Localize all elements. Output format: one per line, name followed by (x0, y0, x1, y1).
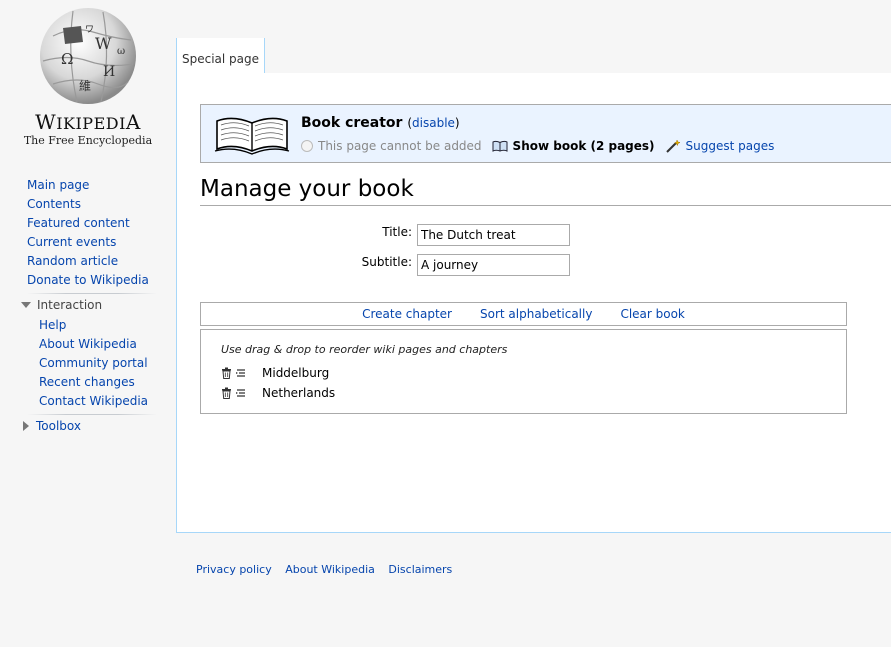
puzzle-globe-icon: W Ω И 維 ワ ω (40, 8, 136, 104)
drag-drop-hint: Use drag & drop to reorder wiki pages an… (221, 343, 508, 356)
nav-main-page[interactable]: Main page (27, 176, 162, 195)
suggest-pages-link[interactable]: Suggest pages (686, 139, 775, 153)
nav-recent-changes[interactable]: Recent changes (39, 373, 162, 392)
toolbox-heading[interactable]: Toolbox (21, 415, 162, 437)
trash-icon[interactable] (221, 387, 232, 399)
book-creator-title: Book creator (disable) (301, 115, 460, 131)
nav-donate[interactable]: Donate to Wikipedia (27, 271, 162, 290)
nav-contact-wikipedia[interactable]: Contact Wikipedia (39, 392, 162, 411)
subtitle-label: Subtitle: (361, 255, 412, 269)
title-label: Title: (382, 225, 412, 239)
list-item[interactable]: Netherlands (221, 384, 335, 402)
nav-random-article[interactable]: Random article (27, 252, 162, 271)
open-book-icon (214, 117, 290, 155)
outline-item-label: Netherlands (262, 386, 336, 400)
content-area: Book creator (disable) This page cannot … (176, 73, 891, 533)
book-creator-box: Book creator (disable) This page cannot … (200, 104, 891, 163)
svg-text:W: W (95, 34, 112, 53)
nav-featured-content[interactable]: Featured content (27, 214, 162, 233)
disable-link[interactable]: disable (412, 116, 455, 130)
footer-disclaimers[interactable]: Disclaimers (388, 563, 452, 576)
outline-item-label: Middelburg (262, 366, 330, 380)
footer-privacy-policy[interactable]: Privacy policy (196, 563, 272, 576)
wikipedia-tagline: The Free Encyclopedia (23, 134, 153, 147)
nav-community-portal[interactable]: Community portal (39, 354, 162, 373)
nav-contents[interactable]: Contents (27, 195, 162, 214)
show-book-icon (492, 140, 508, 152)
sidebar-nav: Main page Contents Featured content Curr… (21, 176, 162, 437)
page-title: Manage your book (200, 174, 891, 206)
svg-text:И: И (103, 64, 115, 80)
collapsed-arrow-icon (23, 421, 29, 431)
nav-help[interactable]: Help (39, 316, 162, 335)
book-toolbar: Create chapter Sort alphabetically Clear… (200, 302, 847, 326)
interaction-heading[interactable]: Interaction (21, 294, 162, 316)
interaction-portal: Help About Wikipedia Community portal Re… (27, 316, 162, 411)
trash-icon[interactable] (221, 367, 232, 379)
magic-wand-icon (665, 139, 681, 153)
book-creator-title-text: Book creator (301, 115, 403, 131)
sort-alphabetically-link[interactable]: Sort alphabetically (480, 307, 592, 321)
list-item[interactable]: Middelburg (221, 364, 329, 382)
show-book-link[interactable]: Show book (2 pages) (513, 139, 655, 153)
cannot-add-text: This page cannot be added (318, 139, 482, 153)
clear-book-link[interactable]: Clear book (620, 307, 684, 321)
wikipedia-wordmark: WIKIPEDIA (35, 110, 141, 134)
svg-text:Ω: Ω (61, 50, 73, 68)
title-row: Title: (200, 224, 600, 246)
create-chapter-link[interactable]: Create chapter (362, 307, 452, 321)
svg-text:維: 維 (79, 79, 91, 93)
footer: Privacy policy About Wikipedia Disclaime… (196, 563, 462, 576)
book-creator-actions: This page cannot be added Show book (2 p… (301, 139, 774, 153)
reorder-icon[interactable] (236, 388, 246, 398)
toolbox-heading-label: Toolbox (36, 419, 81, 433)
subtitle-row: Subtitle: (200, 254, 600, 276)
interaction-heading-label: Interaction (37, 298, 103, 312)
expanded-arrow-icon (21, 302, 31, 308)
subtitle-input[interactable] (417, 254, 570, 276)
nav-current-events[interactable]: Current events (27, 233, 162, 252)
tab-special-page[interactable]: Special page (176, 38, 265, 74)
disabled-add-icon (301, 140, 313, 152)
wikipedia-logo[interactable]: W Ω И 維 ワ ω WIKIPEDIA The Free Encyclope… (0, 0, 176, 160)
svg-text:ワ: ワ (85, 25, 94, 35)
svg-text:ω: ω (117, 46, 125, 57)
footer-about-wikipedia[interactable]: About Wikipedia (285, 563, 375, 576)
disable-wrapper: (disable) (407, 116, 460, 130)
book-outline: Use drag & drop to reorder wiki pages an… (200, 329, 847, 414)
title-input[interactable] (417, 224, 570, 246)
reorder-icon[interactable] (236, 368, 246, 378)
nav-about-wikipedia[interactable]: About Wikipedia (39, 335, 162, 354)
